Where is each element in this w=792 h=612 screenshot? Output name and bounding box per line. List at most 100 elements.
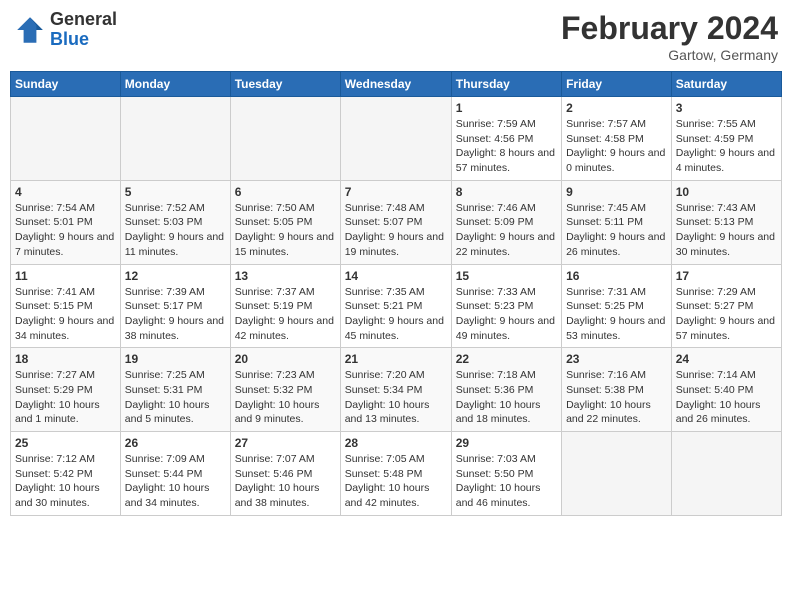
logo-icon (14, 14, 46, 46)
logo: General Blue (14, 10, 117, 50)
day-detail: Sunrise: 7:37 AM Sunset: 5:19 PM Dayligh… (235, 285, 336, 344)
calendar-cell: 22 Sunrise: 7:18 AM Sunset: 5:36 PM Dayli… (451, 348, 561, 432)
day-detail: Sunrise: 7:16 AM Sunset: 5:38 PM Dayligh… (566, 368, 667, 427)
day-number: 27 (235, 436, 336, 450)
calendar-cell: 24 Sunrise: 7:14 AM Sunset: 5:40 PM Dayli… (671, 348, 781, 432)
day-number: 8 (456, 185, 557, 199)
day-number: 7 (345, 185, 447, 199)
calendar-week-1: 1 Sunrise: 7:59 AM Sunset: 4:56 PM Daylig… (11, 97, 782, 181)
day-number: 5 (125, 185, 226, 199)
day-number: 12 (125, 269, 226, 283)
calendar-cell: 6Sunrise: 7:50 AM Sunset: 5:05 PM Daylig… (230, 180, 340, 264)
calendar-cell: 25Sunrise: 7:12 AM Sunset: 5:42 PM Dayli… (11, 432, 121, 516)
calendar-cell: 1 Sunrise: 7:59 AM Sunset: 4:56 PM Daylig… (451, 97, 561, 181)
day-number: 11 (15, 269, 116, 283)
day-detail: Sunrise: 7:41 AM Sunset: 5:15 PM Dayligh… (15, 285, 116, 344)
day-number: 29 (456, 436, 557, 450)
day-detail: Sunrise: 7:29 AM Sunset: 5:27 PM Dayligh… (676, 285, 777, 344)
calendar-cell (120, 97, 230, 181)
day-number: 24 (676, 352, 777, 366)
logo-blue-text: Blue (50, 30, 117, 50)
day-detail: Sunrise: 7:57 AM Sunset: 4:58 PM Dayligh… (566, 117, 667, 176)
calendar-cell: 18 Sunrise: 7:27 AM Sunset: 5:29 PM Dayli… (11, 348, 121, 432)
calendar-cell: 10 Sunrise: 7:43 AM Sunset: 5:13 PM Dayli… (671, 180, 781, 264)
day-number: 2 (566, 101, 667, 115)
day-detail: Sunrise: 7:55 AM Sunset: 4:59 PM Dayligh… (676, 117, 777, 176)
calendar-cell: 23Sunrise: 7:16 AM Sunset: 5:38 PM Dayli… (562, 348, 672, 432)
column-header-sunday: Sunday (11, 72, 121, 97)
day-number: 19 (125, 352, 226, 366)
calendar-cell: 28 Sunrise: 7:05 AM Sunset: 5:48 PM Dayli… (340, 432, 451, 516)
day-detail: Sunrise: 7:25 AM Sunset: 5:31 PM Dayligh… (125, 368, 226, 427)
logo-general-text: General (50, 10, 117, 30)
day-detail: Sunrise: 7:14 AM Sunset: 5:40 PM Dayligh… (676, 368, 777, 427)
calendar-week-3: 11 Sunrise: 7:41 AM Sunset: 5:15 PM Dayli… (11, 264, 782, 348)
day-detail: Sunrise: 7:43 AM Sunset: 5:13 PM Dayligh… (676, 201, 777, 260)
day-number: 18 (15, 352, 116, 366)
calendar-cell: 15Sunrise: 7:33 AM Sunset: 5:23 PM Dayli… (451, 264, 561, 348)
calendar-cell: 14Sunrise: 7:35 AM Sunset: 5:21 PM Dayli… (340, 264, 451, 348)
day-detail: Sunrise: 7:31 AM Sunset: 5:25 PM Dayligh… (566, 285, 667, 344)
day-detail: Sunrise: 7:46 AM Sunset: 5:09 PM Dayligh… (456, 201, 557, 260)
calendar-cell: 8 Sunrise: 7:46 AM Sunset: 5:09 PM Daylig… (451, 180, 561, 264)
calendar-cell: 13 Sunrise: 7:37 AM Sunset: 5:19 PM Dayli… (230, 264, 340, 348)
day-detail: Sunrise: 7:54 AM Sunset: 5:01 PM Dayligh… (15, 201, 116, 260)
calendar-cell (230, 97, 340, 181)
calendar-cell: 29Sunrise: 7:03 AM Sunset: 5:50 PM Dayli… (451, 432, 561, 516)
day-detail: Sunrise: 7:18 AM Sunset: 5:36 PM Dayligh… (456, 368, 557, 427)
calendar-cell (11, 97, 121, 181)
day-number: 20 (235, 352, 336, 366)
calendar-cell (340, 97, 451, 181)
column-header-saturday: Saturday (671, 72, 781, 97)
day-number: 25 (15, 436, 116, 450)
day-detail: Sunrise: 7:07 AM Sunset: 5:46 PM Dayligh… (235, 452, 336, 511)
calendar-cell: 2 Sunrise: 7:57 AM Sunset: 4:58 PM Daylig… (562, 97, 672, 181)
calendar-cell (671, 432, 781, 516)
day-number: 13 (235, 269, 336, 283)
day-number: 22 (456, 352, 557, 366)
day-number: 28 (345, 436, 447, 450)
calendar-week-2: 4Sunrise: 7:54 AM Sunset: 5:01 PM Daylig… (11, 180, 782, 264)
day-number: 15 (456, 269, 557, 283)
calendar-cell: 27 Sunrise: 7:07 AM Sunset: 5:46 PM Dayli… (230, 432, 340, 516)
day-detail: Sunrise: 7:27 AM Sunset: 5:29 PM Dayligh… (15, 368, 116, 427)
title-block: February 2024 Gartow, Germany (561, 10, 778, 63)
day-detail: Sunrise: 7:09 AM Sunset: 5:44 PM Dayligh… (125, 452, 226, 511)
calendar-cell: 4Sunrise: 7:54 AM Sunset: 5:01 PM Daylig… (11, 180, 121, 264)
calendar-cell: 19 Sunrise: 7:25 AM Sunset: 5:31 PM Dayli… (120, 348, 230, 432)
day-number: 14 (345, 269, 447, 283)
day-number: 1 (456, 101, 557, 115)
calendar-cell: 12 Sunrise: 7:39 AM Sunset: 5:17 PM Dayli… (120, 264, 230, 348)
calendar-table: SundayMondayTuesdayWednesdayThursdayFrid… (10, 71, 782, 516)
calendar-cell: 3 Sunrise: 7:55 AM Sunset: 4:59 PM Daylig… (671, 97, 781, 181)
column-header-tuesday: Tuesday (230, 72, 340, 97)
calendar-cell: 20 Sunrise: 7:23 AM Sunset: 5:32 PM Dayli… (230, 348, 340, 432)
column-header-wednesday: Wednesday (340, 72, 451, 97)
day-detail: Sunrise: 7:45 AM Sunset: 5:11 PM Dayligh… (566, 201, 667, 260)
calendar-cell: 16Sunrise: 7:31 AM Sunset: 5:25 PM Dayli… (562, 264, 672, 348)
page-header: General Blue February 2024 Gartow, Germa… (10, 10, 782, 63)
column-header-friday: Friday (562, 72, 672, 97)
day-detail: Sunrise: 7:20 AM Sunset: 5:34 PM Dayligh… (345, 368, 447, 427)
day-number: 3 (676, 101, 777, 115)
day-detail: Sunrise: 7:59 AM Sunset: 4:56 PM Dayligh… (456, 117, 557, 176)
day-detail: Sunrise: 7:52 AM Sunset: 5:03 PM Dayligh… (125, 201, 226, 260)
calendar-week-5: 25Sunrise: 7:12 AM Sunset: 5:42 PM Dayli… (11, 432, 782, 516)
calendar-cell: 17 Sunrise: 7:29 AM Sunset: 5:27 PM Dayli… (671, 264, 781, 348)
day-number: 26 (125, 436, 226, 450)
day-detail: Sunrise: 7:23 AM Sunset: 5:32 PM Dayligh… (235, 368, 336, 427)
day-number: 6 (235, 185, 336, 199)
day-number: 21 (345, 352, 447, 366)
day-number: 10 (676, 185, 777, 199)
calendar-cell (562, 432, 672, 516)
calendar-cell: 11 Sunrise: 7:41 AM Sunset: 5:15 PM Dayli… (11, 264, 121, 348)
column-header-monday: Monday (120, 72, 230, 97)
day-detail: Sunrise: 7:05 AM Sunset: 5:48 PM Dayligh… (345, 452, 447, 511)
calendar-week-4: 18 Sunrise: 7:27 AM Sunset: 5:29 PM Dayli… (11, 348, 782, 432)
calendar-header-row: SundayMondayTuesdayWednesdayThursdayFrid… (11, 72, 782, 97)
calendar-cell: 9Sunrise: 7:45 AM Sunset: 5:11 PM Daylig… (562, 180, 672, 264)
day-number: 17 (676, 269, 777, 283)
day-detail: Sunrise: 7:39 AM Sunset: 5:17 PM Dayligh… (125, 285, 226, 344)
calendar-cell: 26 Sunrise: 7:09 AM Sunset: 5:44 PM Dayli… (120, 432, 230, 516)
calendar-cell: 21 Sunrise: 7:20 AM Sunset: 5:34 PM Dayli… (340, 348, 451, 432)
